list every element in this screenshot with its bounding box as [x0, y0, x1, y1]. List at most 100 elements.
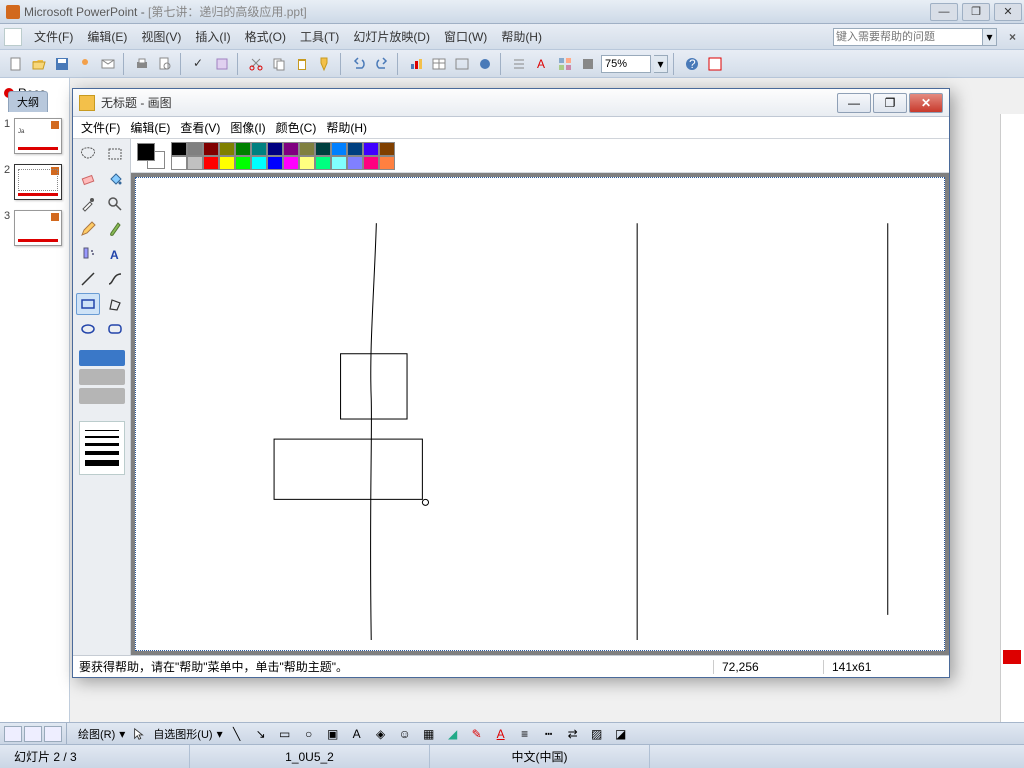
fill-icon[interactable] — [103, 168, 127, 190]
paint-close-button[interactable]: ✕ — [909, 93, 943, 113]
polygon-tool-icon[interactable] — [103, 293, 127, 315]
line-tool-icon[interactable] — [76, 268, 100, 290]
rect-icon[interactable]: ▭ — [275, 725, 295, 743]
palette-color[interactable] — [171, 156, 187, 170]
palette-color[interactable] — [347, 142, 363, 156]
palette-color[interactable] — [171, 142, 187, 156]
linecolor-icon[interactable]: ✎ — [467, 725, 487, 743]
fillcolor-icon[interactable]: ◢ — [443, 725, 463, 743]
palette-color[interactable] — [251, 156, 267, 170]
palette-color[interactable] — [379, 142, 395, 156]
arrowstyle-icon[interactable]: ⇄ — [563, 725, 583, 743]
clipart-icon[interactable]: ☺ — [395, 725, 415, 743]
palette-color[interactable] — [315, 142, 331, 156]
minimize-button[interactable]: — — [930, 3, 958, 21]
text-icon[interactable]: A — [103, 243, 127, 265]
palette-color[interactable] — [363, 156, 379, 170]
magnifier-icon[interactable] — [103, 193, 127, 215]
airbrush-icon[interactable] — [76, 243, 100, 265]
zoom-dropdown[interactable]: ▾ — [654, 55, 668, 73]
preview-icon[interactable] — [155, 54, 175, 74]
table-icon[interactable] — [429, 54, 449, 74]
ellipse-tool-icon[interactable] — [76, 318, 100, 340]
menu-help[interactable]: 帮助(H) — [495, 25, 548, 48]
autoshape-menu[interactable]: 自选图形(U) — [153, 726, 212, 742]
paint-maximize-button[interactable]: ❐ — [873, 93, 907, 113]
palette-color[interactable] — [219, 156, 235, 170]
cut-icon[interactable] — [246, 54, 266, 74]
fill-style-options[interactable] — [79, 350, 125, 407]
paste-icon[interactable] — [292, 54, 312, 74]
paint-menu-view[interactable]: 查看(V) — [180, 119, 220, 136]
3d-icon[interactable]: ◪ — [611, 725, 631, 743]
print-icon[interactable] — [132, 54, 152, 74]
dashstyle-icon[interactable]: ┅ — [539, 725, 559, 743]
format-painter-icon[interactable] — [315, 54, 335, 74]
paint-minimize-button[interactable]: — — [837, 93, 871, 113]
oval-icon[interactable]: ○ — [299, 725, 319, 743]
normal-view-icon[interactable] — [4, 726, 22, 742]
palette-color[interactable] — [267, 156, 283, 170]
shadow-icon[interactable]: ▨ — [587, 725, 607, 743]
palette-color[interactable] — [379, 156, 395, 170]
brush-icon[interactable] — [103, 218, 127, 240]
fontcolor-icon[interactable]: A — [491, 725, 511, 743]
email-icon[interactable] — [98, 54, 118, 74]
menu-file[interactable]: 文件(F) — [28, 25, 79, 48]
color-palette[interactable] — [171, 142, 395, 170]
paint-menu-color[interactable]: 颜色(C) — [276, 119, 317, 136]
palette-color[interactable] — [299, 142, 315, 156]
help-search-dropdown[interactable]: ▾ — [983, 28, 997, 46]
menu-edit[interactable]: 编辑(E) — [81, 25, 133, 48]
chinese-icon[interactable] — [705, 54, 725, 74]
diagram-icon[interactable]: ◈ — [371, 725, 391, 743]
research-icon[interactable] — [212, 54, 232, 74]
help-icon[interactable]: ? — [682, 54, 702, 74]
linestyle-icon[interactable]: ≡ — [515, 725, 535, 743]
menu-slideshow[interactable]: 幻灯片放映(D) — [347, 25, 436, 48]
freeform-select-icon[interactable] — [76, 143, 100, 165]
chart-icon[interactable] — [406, 54, 426, 74]
palette-color[interactable] — [299, 156, 315, 170]
pencil-icon[interactable] — [76, 218, 100, 240]
palette-color[interactable] — [315, 156, 331, 170]
menu-view[interactable]: 视图(V) — [135, 25, 187, 48]
paint-titlebar[interactable]: 无标题 - 画图 — ❐ ✕ — [73, 89, 949, 117]
save-icon[interactable] — [52, 54, 72, 74]
palette-color[interactable] — [235, 142, 251, 156]
spellcheck-icon[interactable]: ✓ — [189, 54, 209, 74]
roundrect-tool-icon[interactable] — [103, 318, 127, 340]
palette-color[interactable] — [187, 156, 203, 170]
maximize-button[interactable]: ❐ — [962, 3, 990, 21]
outline-tab[interactable]: 大纲 — [8, 91, 48, 112]
palette-color[interactable] — [331, 156, 347, 170]
palette-color[interactable] — [283, 142, 299, 156]
paint-menu-image[interactable]: 图像(I) — [230, 119, 265, 136]
paint-menu-edit[interactable]: 编辑(E) — [130, 119, 170, 136]
zoom-input[interactable]: 75% — [601, 55, 651, 73]
doc-close-button[interactable]: × — [1005, 30, 1020, 44]
tables-borders-icon[interactable] — [452, 54, 472, 74]
grid-icon[interactable] — [555, 54, 575, 74]
show-format-icon[interactable]: A — [532, 54, 552, 74]
palette-color[interactable] — [363, 142, 379, 156]
copy-icon[interactable] — [269, 54, 289, 74]
paint-menu-help[interactable]: 帮助(H) — [326, 119, 367, 136]
slide-thumb-3[interactable]: 3 — [4, 210, 65, 246]
palette-color[interactable] — [251, 142, 267, 156]
palette-color[interactable] — [219, 142, 235, 156]
menu-insert[interactable]: 插入(I) — [189, 25, 236, 48]
redo-icon[interactable] — [372, 54, 392, 74]
slide-thumb-2[interactable]: 2 — [4, 164, 65, 200]
new-icon[interactable] — [6, 54, 26, 74]
select-icon[interactable] — [129, 725, 149, 743]
palette-color[interactable] — [267, 142, 283, 156]
eyedropper-icon[interactable] — [76, 193, 100, 215]
rect-tool-icon[interactable] — [76, 293, 100, 315]
close-button[interactable]: ✕ — [994, 3, 1022, 21]
picture-icon[interactable]: ▦ — [419, 725, 439, 743]
hyperlink-icon[interactable] — [475, 54, 495, 74]
undo-icon[interactable] — [349, 54, 369, 74]
palette-color[interactable] — [187, 142, 203, 156]
palette-color[interactable] — [203, 142, 219, 156]
